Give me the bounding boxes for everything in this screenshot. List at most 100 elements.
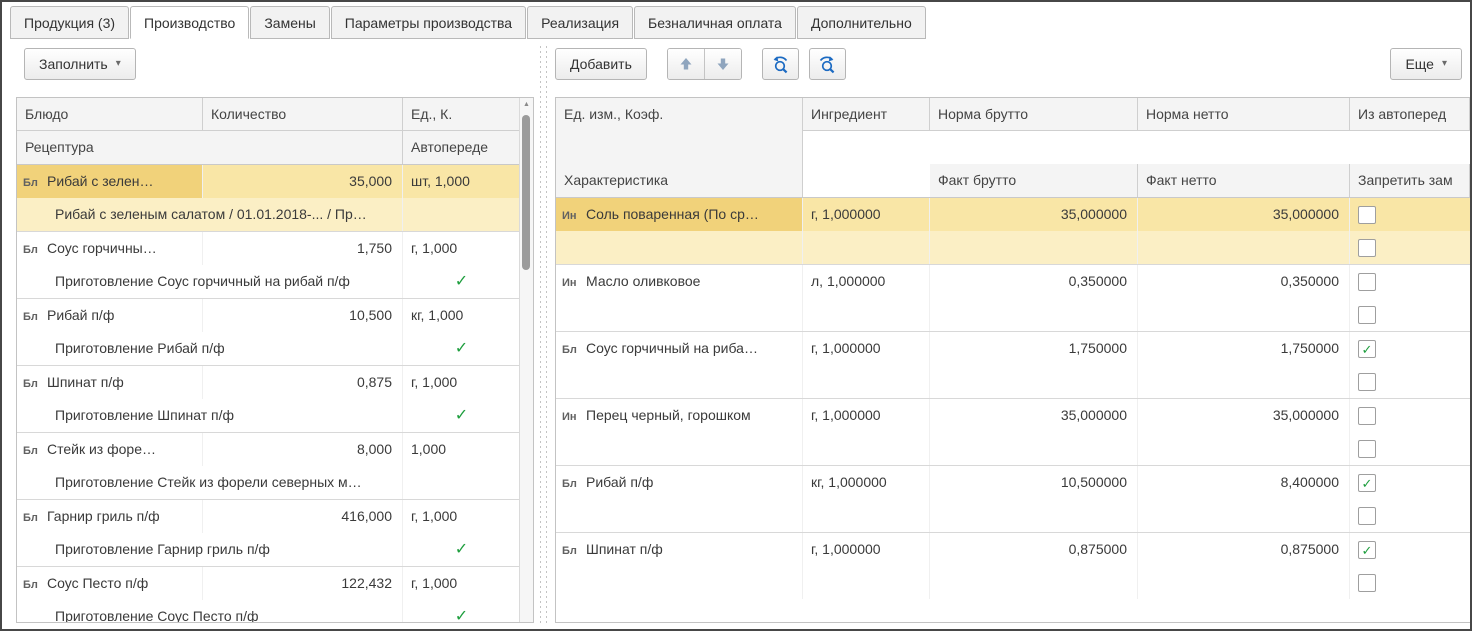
forbid-replace-checkbox[interactable] [1358,507,1376,525]
quantity-cell[interactable]: 10,500 [203,299,403,332]
ingredient-cell[interactable]: БлШпинат п/ф [556,533,803,566]
column-header-unit-coef[interactable]: Ед. изм., Коэф. [556,98,803,164]
characteristic-row[interactable] [556,298,1470,331]
column-header-autotransfer[interactable]: Автопереде [403,131,520,164]
column-header-dish[interactable]: Блюдо [17,98,203,131]
net-fact-cell[interactable] [1138,499,1350,532]
characteristic-row[interactable] [556,231,1470,264]
move-up-button[interactable] [668,49,704,79]
scrollbar-thumb[interactable] [522,115,530,270]
dish-cell[interactable]: БлРибай с зелен… [17,165,203,198]
recipe-row[interactable]: Приготовление Гарнир гриль п/ф✓ [17,533,520,566]
column-header-ingredient[interactable]: Ингредиент [803,98,930,131]
characteristic-cell[interactable] [556,231,803,264]
tab-additional[interactable]: Дополнительно [797,6,926,39]
unit-coef-sub-cell[interactable] [803,432,930,465]
net-norm-cell[interactable]: 8,400000 [1138,466,1350,499]
quantity-cell[interactable]: 416,000 [203,500,403,533]
ingredient-row[interactable]: БлСоус горчичный на риба…г, 1,0000001,75… [556,332,1470,365]
dish-row[interactable]: БлГарнир гриль п/ф416,000г, 1,000 [17,500,520,533]
autotransfer-check-cell[interactable] [403,466,520,499]
panel-splitter[interactable] [539,46,548,626]
unit-coef-cell[interactable]: кг, 1,000000 [803,466,930,499]
dish-row[interactable]: БлРибай п/ф10,500кг, 1,000 [17,299,520,332]
ingredient-row[interactable]: БлРибай п/фкг, 1,00000010,5000008,400000… [556,466,1470,499]
gross-fact-cell[interactable] [930,432,1138,465]
unit-coef-sub-cell[interactable] [803,298,930,331]
autotransfer-check-cell[interactable]: ✓ [403,533,520,566]
unit-cell[interactable]: г, 1,000 [403,500,520,533]
unit-cell[interactable]: кг, 1,000 [403,299,520,332]
characteristic-row[interactable] [556,432,1470,465]
from-autotransfer-checkbox[interactable]: ✓ [1358,474,1376,492]
dish-cell[interactable]: БлСтейк из форе… [17,433,203,466]
recipe-cell[interactable]: Приготовление Шпинат п/ф [17,399,403,432]
column-header-gross-norm[interactable]: Норма брутто [930,98,1138,131]
recipe-cell[interactable]: Приготовление Стейк из форели северных м… [17,466,403,499]
unit-cell[interactable]: г, 1,000 [403,366,520,399]
recipe-row[interactable]: Приготовление Соус горчичный на рибай п/… [17,265,520,298]
ingredient-cell[interactable]: БлСоус горчичный на риба… [556,332,803,365]
quantity-cell[interactable]: 8,000 [203,433,403,466]
tab-substitutions[interactable]: Замены [250,6,329,39]
net-norm-cell[interactable]: 0,875000 [1138,533,1350,566]
autotransfer-check-cell[interactable]: ✓ [403,399,520,432]
column-header-forbid-replace[interactable]: Запретить зам [1350,164,1470,197]
from-autotransfer-checkbox[interactable]: ✓ [1358,340,1376,358]
forbid-replace-checkbox[interactable] [1358,373,1376,391]
quantity-cell[interactable]: 35,000 [203,165,403,198]
characteristic-cell[interactable] [556,566,803,599]
ingredient-cell[interactable]: ИнСоль поваренная (По ср… [556,198,803,231]
ingredient-row[interactable]: БлШпинат п/фг, 1,0000000,8750000,875000✓ [556,533,1470,566]
net-fact-cell[interactable] [1138,566,1350,599]
fill-button[interactable]: Заполнить ▾ [24,48,136,80]
gross-norm-cell[interactable]: 35,000000 [930,198,1138,231]
column-header-net-norm[interactable]: Норма нетто [1138,98,1350,131]
tab-production[interactable]: Производство [130,6,249,39]
ingredient-cell[interactable]: БлРибай п/ф [556,466,803,499]
net-norm-cell[interactable]: 0,350000 [1138,265,1350,298]
characteristic-row[interactable] [556,566,1470,599]
search-forward-button[interactable] [809,48,846,80]
gross-fact-cell[interactable] [930,499,1138,532]
gross-fact-cell[interactable] [930,298,1138,331]
tab-sales[interactable]: Реализация [527,6,633,39]
gross-fact-cell[interactable] [930,365,1138,398]
net-norm-cell[interactable]: 1,750000 [1138,332,1350,365]
unit-cell[interactable]: г, 1,000 [403,232,520,265]
unit-coef-cell[interactable]: г, 1,000000 [803,198,930,231]
ingredient-row[interactable]: ИнСоль поваренная (По ср…г, 1,00000035,0… [556,198,1470,231]
gross-norm-cell[interactable]: 0,875000 [930,533,1138,566]
move-down-button[interactable] [704,49,741,79]
dish-cell[interactable]: БлРибай п/ф [17,299,203,332]
unit-coef-sub-cell[interactable] [803,566,930,599]
forbid-replace-checkbox[interactable] [1358,239,1376,257]
tab-cashless-payment[interactable]: Безналичная оплата [634,6,796,39]
column-header-net-fact[interactable]: Факт нетто [1138,164,1350,197]
from-autotransfer-checkbox[interactable] [1358,206,1376,224]
ingredient-row[interactable]: ИнПерец черный, горошкомг, 1,00000035,00… [556,399,1470,432]
dish-row[interactable]: БлСоус Песто п/ф122,432г, 1,000 [17,567,520,600]
characteristic-cell[interactable] [556,432,803,465]
characteristic-cell[interactable] [556,365,803,398]
characteristic-row[interactable] [556,499,1470,532]
column-header-quantity[interactable]: Количество [203,98,403,131]
recipe-cell[interactable]: Рибай с зеленым салатом / 01.01.2018-...… [17,198,403,231]
autotransfer-check-cell[interactable]: ✓ [403,600,520,623]
forbid-replace-checkbox[interactable] [1358,306,1376,324]
column-header-unit[interactable]: Ед., К. [403,98,520,131]
ingredient-cell[interactable]: ИнПерец черный, горошком [556,399,803,432]
net-norm-cell[interactable]: 35,000000 [1138,399,1350,432]
more-button[interactable]: Еще ▾ [1390,48,1462,80]
dish-row[interactable]: БлСоус горчичны…1,750г, 1,000 [17,232,520,265]
unit-coef-cell[interactable]: л, 1,000000 [803,265,930,298]
autotransfer-check-cell[interactable] [403,198,520,231]
recipe-row[interactable]: Приготовление Соус Песто п/ф✓ [17,600,520,623]
unit-cell[interactable]: шт, 1,000 [403,165,520,198]
from-autotransfer-checkbox[interactable]: ✓ [1358,541,1376,559]
dish-cell[interactable]: БлШпинат п/ф [17,366,203,399]
net-fact-cell[interactable] [1138,298,1350,331]
gross-norm-cell[interactable]: 35,000000 [930,399,1138,432]
tab-production-params[interactable]: Параметры производства [331,6,526,39]
quantity-cell[interactable]: 122,432 [203,567,403,600]
